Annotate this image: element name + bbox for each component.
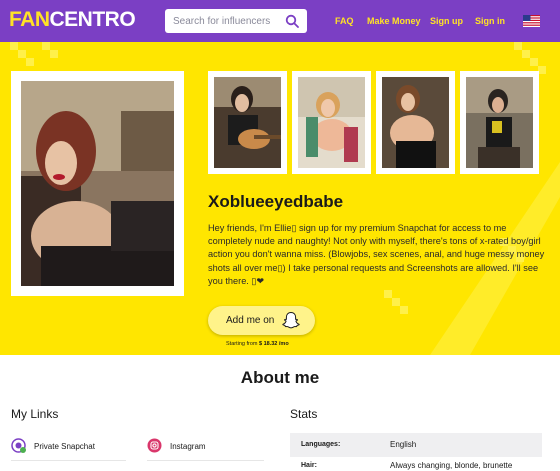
gallery-thumb-2[interactable] xyxy=(292,71,371,174)
search-input[interactable] xyxy=(173,13,283,29)
starting-price-value: $ 18.32 /mo xyxy=(259,341,289,347)
stat-key: Languages: xyxy=(301,441,341,448)
profile-bio: Hey friends, I'm Ellie▯ sign up for my p… xyxy=(208,223,545,286)
nav-sign-up[interactable]: Sign up xyxy=(430,16,463,27)
starting-prefix: Starting from xyxy=(226,341,258,347)
stat-value: Always changing, blonde, brunette xyxy=(390,461,513,470)
stat-row-hair: Hair: Always changing, blonde, brunette xyxy=(290,457,542,471)
logo-centro: CENTRO xyxy=(49,8,136,31)
profile-name: Xoblueeyedbabe xyxy=(208,192,344,211)
nav-make-money[interactable]: Make Money xyxy=(367,16,421,27)
gallery-photo-2 xyxy=(298,77,365,168)
cta-label: Add me on xyxy=(226,315,275,326)
search-box xyxy=(165,9,307,33)
top-header: FANCENTRO FAQ Make Money Sign up Sign in xyxy=(0,0,560,42)
profile-photo-image xyxy=(21,81,174,286)
nav-sign-in[interactable]: Sign in xyxy=(475,16,505,27)
gallery-thumb-3[interactable] xyxy=(376,71,455,174)
us-flag-icon[interactable] xyxy=(523,15,540,27)
my-links-heading: My Links xyxy=(11,407,59,421)
snapchat-icon xyxy=(11,438,26,453)
profile-main-photo[interactable] xyxy=(11,71,184,296)
stat-row-languages: Languages: English xyxy=(290,433,542,457)
link-instagram[interactable]: Instagram xyxy=(147,433,264,461)
nav-faq[interactable]: FAQ xyxy=(335,16,354,27)
gallery-photo-1 xyxy=(214,77,281,168)
starting-price: Starting from $ 18.32 /mo xyxy=(226,341,289,347)
instagram-icon xyxy=(147,438,162,453)
link-label: Instagram xyxy=(170,442,206,451)
stats-heading: Stats xyxy=(290,407,318,421)
snapchat-ghost-icon xyxy=(282,311,300,329)
link-label: Private Snapchat xyxy=(34,442,95,451)
logo-wordmark: FANCENTRO xyxy=(9,8,136,31)
search-icon[interactable] xyxy=(285,14,299,28)
gallery-photo-3 xyxy=(382,77,449,168)
stat-value: English xyxy=(390,440,417,449)
gallery-photo-4 xyxy=(466,77,533,168)
profile-hero: Xoblueeyedbabe Hey friends, I'm Ellie▯ s… xyxy=(0,42,560,355)
gallery-thumb-1[interactable] xyxy=(208,71,287,174)
logo-fan: FAN xyxy=(9,8,50,31)
add-me-on-snapchat-button[interactable]: Add me on xyxy=(208,306,315,335)
fancentro-logo[interactable]: FANCENTRO xyxy=(9,8,136,31)
about-me-heading: About me xyxy=(240,368,320,387)
gallery-thumb-4[interactable] xyxy=(460,71,539,174)
link-private-snapchat[interactable]: Private Snapchat xyxy=(11,433,126,461)
